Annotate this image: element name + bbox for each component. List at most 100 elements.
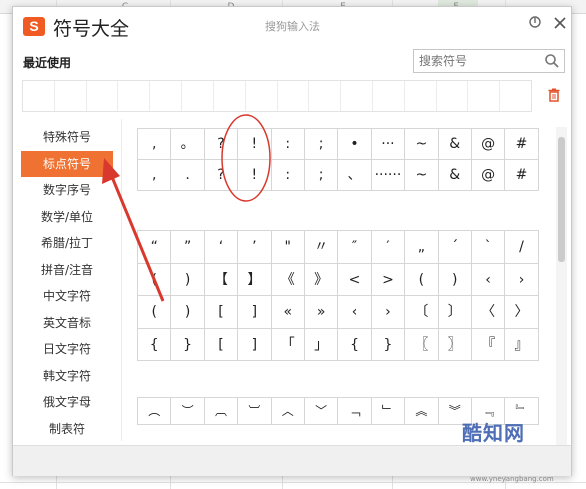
symbol-cell[interactable]: < <box>338 263 372 296</box>
symbol-cell[interactable]: & <box>438 160 472 191</box>
recent-slot[interactable] <box>118 81 151 111</box>
symbol-cell[interactable]: ︹ <box>204 398 239 425</box>
recent-slot[interactable] <box>182 81 214 111</box>
symbol-cell[interactable]: 》 <box>304 263 339 296</box>
symbol-cell[interactable]: ‘ <box>204 231 239 264</box>
sidebar-item[interactable]: 拼音/注音 <box>21 257 113 284</box>
symbol-cell[interactable]: : <box>271 129 305 160</box>
recent-slot[interactable] <box>468 81 501 111</box>
symbol-cell[interactable]: › <box>505 263 539 296</box>
symbol-cell[interactable]: 。 <box>171 129 205 160</box>
symbol-cell[interactable]: ( <box>405 263 439 296</box>
symbol-cell[interactable]: ︽ <box>405 398 439 425</box>
symbol-cell[interactable]: ; <box>304 160 339 191</box>
symbol-cell[interactable]: 〃 <box>304 231 339 264</box>
recent-slot[interactable] <box>150 81 183 111</box>
recent-slot[interactable] <box>500 81 531 111</box>
scrollbar[interactable] <box>556 127 567 445</box>
symbol-cell[interactable]: 〕 <box>438 296 472 329</box>
symbol-cell[interactable]: ; <box>304 129 339 160</box>
sidebar-item[interactable]: 中文字符 <box>21 283 113 310</box>
sidebar-item[interactable]: 制表符 <box>21 416 113 443</box>
recent-slot[interactable] <box>405 81 437 111</box>
symbol-cell[interactable]: ··· <box>371 129 406 160</box>
symbol-cell[interactable]: ︶ <box>171 398 205 425</box>
search-input[interactable] <box>419 52 543 70</box>
symbol-cell[interactable]: ) <box>438 263 472 296</box>
scrollbar-thumb[interactable] <box>558 137 565 262</box>
symbol-cell[interactable]: # <box>505 160 539 191</box>
symbol-cell[interactable]: ( <box>138 263 172 296</box>
symbol-cell[interactable]: ! <box>238 160 272 191</box>
symbol-cell[interactable]: ] <box>238 296 272 329</box>
symbol-cell[interactable]: ︵ <box>138 398 172 425</box>
symbol-cell[interactable]: ( <box>138 296 172 329</box>
symbol-cell[interactable]: " <box>271 231 305 264</box>
symbol-cell[interactable]: ? <box>204 160 239 191</box>
symbol-cell[interactable]: { <box>138 328 172 361</box>
recent-slot[interactable] <box>278 81 310 111</box>
symbol-cell[interactable]: ‹ <box>471 263 506 296</box>
symbol-cell[interactable]: ﹂ <box>371 398 406 425</box>
search-icon[interactable] <box>544 53 560 73</box>
close-icon[interactable] <box>550 15 570 35</box>
recent-slot[interactable] <box>246 81 278 111</box>
trash-icon[interactable] <box>548 87 560 106</box>
symbol-cell[interactable]: 〈 <box>471 296 506 329</box>
symbol-cell[interactable]: 〖 <box>405 328 439 361</box>
symbol-cell[interactable]: ’ <box>238 231 272 264</box>
symbol-cell[interactable]: , <box>138 129 172 160</box>
sidebar-item[interactable]: 数学/单位 <box>21 204 113 231</box>
symbol-cell[interactable]: : <box>271 160 305 191</box>
pin-icon[interactable] <box>525 15 545 35</box>
symbol-cell[interactable]: } <box>371 328 406 361</box>
symbol-cell[interactable]: 』 <box>505 328 539 361</box>
sidebar-item[interactable]: 韩文字符 <box>21 363 113 390</box>
symbol-cell[interactable]: 〔 <box>405 296 439 329</box>
sidebar-item[interactable]: 数字序号 <box>21 177 113 204</box>
symbol-cell[interactable]: ˊ <box>438 231 472 264</box>
symbol-cell[interactable]: { <box>338 328 372 361</box>
symbol-cell[interactable]: [ <box>204 296 239 329</box>
symbol-cell[interactable]: 」 <box>304 328 339 361</box>
symbol-cell[interactable]: ﹁ <box>338 398 372 425</box>
recent-slot[interactable] <box>87 81 119 111</box>
sidebar-item[interactable]: 希腊/拉丁 <box>21 230 113 257</box>
symbol-cell[interactable]: 《 <box>271 263 305 296</box>
symbol-cell[interactable]: ? <box>204 129 239 160</box>
recent-slot[interactable] <box>55 81 87 111</box>
symbol-cell[interactable]: ﹀ <box>304 398 339 425</box>
symbol-cell[interactable]: 〉 <box>505 296 539 329</box>
symbol-cell[interactable]: • <box>338 129 372 160</box>
symbol-cell[interactable]: > <box>371 263 406 296</box>
symbol-cell[interactable]: ! <box>238 129 272 160</box>
recent-slot[interactable] <box>309 81 342 111</box>
symbol-cell[interactable]: ” <box>171 231 205 264</box>
symbol-cell[interactable]: # <box>505 129 539 160</box>
recent-slot[interactable] <box>214 81 246 111</box>
recent-slot[interactable] <box>23 81 55 111</box>
symbol-cell[interactable]: 】 <box>238 263 272 296</box>
sidebar-item[interactable]: 英文音标 <box>21 310 113 337</box>
symbol-cell[interactable]: 「 <box>271 328 305 361</box>
symbol-cell[interactable]: “ <box>138 231 172 264</box>
symbol-cell[interactable]: ‹ <box>338 296 372 329</box>
recent-slot[interactable] <box>341 81 373 111</box>
symbol-cell[interactable]: ~ <box>405 129 439 160</box>
symbol-cell[interactable]: ︺ <box>238 398 272 425</box>
symbol-cell[interactable]: ······ <box>371 160 406 191</box>
symbol-cell[interactable]: } <box>171 328 205 361</box>
symbol-cell[interactable]: [ <box>204 328 239 361</box>
symbol-cell[interactable]: ) <box>171 296 205 329</box>
symbol-cell[interactable]: @ <box>471 129 506 160</box>
sidebar-item[interactable]: 标点符号 <box>21 150 113 177</box>
symbol-cell[interactable]: » <box>304 296 339 329</box>
symbol-cell[interactable]: / <box>505 231 539 264</box>
symbol-cell[interactable]: , <box>138 160 172 191</box>
symbol-cell[interactable]: ˋ <box>471 231 506 264</box>
symbol-cell[interactable]: ′ <box>371 231 406 264</box>
recent-slot[interactable] <box>373 81 405 111</box>
symbol-cell[interactable]: ︿ <box>271 398 305 425</box>
symbol-cell[interactable]: › <box>371 296 406 329</box>
symbol-cell[interactable]: „ <box>405 231 439 264</box>
